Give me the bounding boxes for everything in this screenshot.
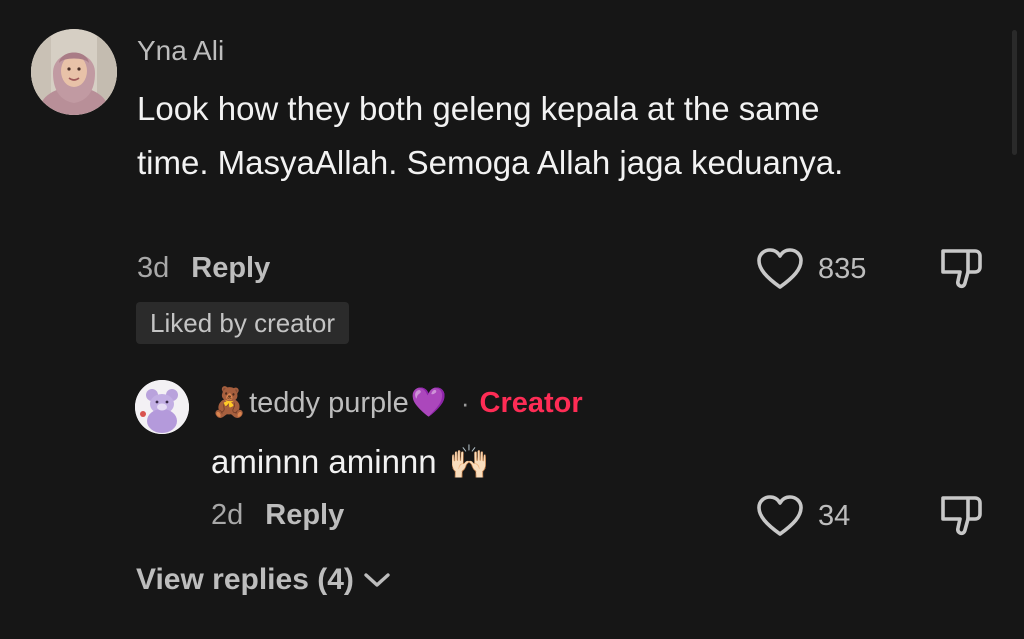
reply-like-count: 34 [818,499,851,532]
reply-username[interactable]: teddy purple [249,387,409,420]
raised-hands-emoji: 🙌🏻 [448,442,490,480]
heart-outline-icon [757,495,803,536]
reply-text: aminnn aminnn 🙌🏻 [211,437,490,487]
separator-dot: · [460,387,470,418]
reply-like-button[interactable]: 34 [756,494,850,538]
reply-button[interactable]: Reply [191,252,270,284]
reply-header: 🧸 teddy purple 💜 · Creator [211,380,583,426]
woman-in-hijab-avatar-icon [31,29,117,115]
comment-thread: Yna Ali Look how they both geleng kepala… [0,0,1024,639]
purple-heart-emoji: 💜 [410,387,447,419]
teddy-bear-emoji: 🧸 [211,387,248,419]
reply-dislike-button[interactable] [938,492,984,538]
thumbs-down-icon [941,249,982,289]
chevron-down-icon [364,573,390,587]
scrollbar[interactable] [1012,30,1017,155]
comment-timestamp: 3d [137,252,170,284]
comment-meta: 3d Reply [137,252,270,285]
reply-text-content: aminnn aminnn [211,443,437,480]
view-replies-button[interactable]: View replies (4) [136,563,392,597]
heart-outline-icon [757,248,803,289]
comment-text: Look how they both geleng kepala at the … [137,90,844,181]
creator-badge: Creator [479,386,583,419]
reply-timestamp: 2d [211,499,244,531]
view-replies-label: View replies (4) [136,563,354,596]
purple-teddy-bear-avatar-icon [135,380,189,434]
reply-meta: 2d Reply [211,499,344,532]
like-button[interactable]: 835 [756,247,866,291]
reply-avatar[interactable] [135,380,189,434]
dislike-button[interactable] [938,245,984,291]
like-count: 835 [818,252,867,285]
commenter-avatar[interactable] [31,29,117,115]
thumbs-down-icon [941,496,982,536]
reply-reply-button[interactable]: Reply [265,499,344,531]
commenter-username[interactable]: Yna Ali [137,35,224,67]
liked-by-creator-badge: Liked by creator [136,302,349,344]
